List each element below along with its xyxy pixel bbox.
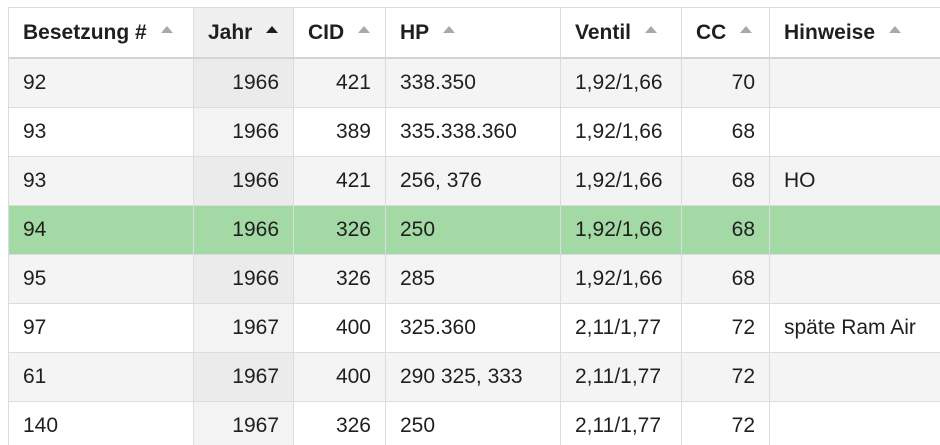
- column-header-hinweise[interactable]: Hinweise: [769, 7, 940, 59]
- table-row[interactable]: 92 1966 421 338.350 1,92/1,66 70: [8, 57, 940, 108]
- sort-arrow-icon[interactable]: [740, 26, 753, 34]
- table-cell[interactable]: 326: [293, 401, 386, 445]
- table-row[interactable]: 97 1967 400 325.360 2,11/1,77 72 späte Ram Air: [8, 303, 940, 353]
- column-header-cid[interactable]: CID: [293, 7, 386, 59]
- table-body: 92 1966 421 338.350 1,92/1,66 70 93 1966 389 335.…: [8, 57, 940, 445]
- column-header-jahr[interactable]: Jahr: [193, 7, 294, 59]
- table-cell[interactable]: 68: [681, 156, 770, 206]
- column-header-label: CID: [308, 20, 345, 44]
- sort-arrow-icon[interactable]: [645, 26, 658, 34]
- table-cell[interactable]: 93: [8, 156, 194, 206]
- table-cell[interactable]: 1966: [193, 205, 294, 255]
- table-cell[interactable]: 68: [681, 254, 770, 304]
- table-cell[interactable]: 2,11/1,77: [560, 352, 682, 402]
- table-cell[interactable]: 2,11/1,77: [560, 303, 682, 353]
- table-cell[interactable]: 400: [293, 352, 386, 402]
- data-grid: Besetzung # Jahr CID HP Ventil CC Hinwei…: [0, 0, 940, 445]
- table-cell[interactable]: 1966: [193, 156, 294, 206]
- table-cell[interactable]: 400: [293, 303, 386, 353]
- header-row: Besetzung # Jahr CID HP Ventil CC Hinwei…: [8, 7, 940, 59]
- table-cell[interactable]: 421: [293, 57, 386, 108]
- table-cell[interactable]: 1,92/1,66: [560, 205, 682, 255]
- table-cell[interactable]: 1966: [193, 254, 294, 304]
- column-header-label: Hinweise: [784, 20, 876, 44]
- table-cell[interactable]: 256, 376: [385, 156, 561, 206]
- sort-arrow-icon[interactable]: [889, 26, 902, 34]
- table-cell[interactable]: [769, 107, 940, 157]
- table-cell[interactable]: 140: [8, 401, 194, 445]
- table-cell[interactable]: 93: [8, 107, 194, 157]
- table-cell[interactable]: 1967: [193, 303, 294, 353]
- table-row[interactable]: 61 1967 400 290 325, 333 2,11/1,77 72: [8, 352, 940, 402]
- table-cell[interactable]: [769, 57, 940, 108]
- table-cell[interactable]: 338.350: [385, 57, 561, 108]
- table-cell[interactable]: 389: [293, 107, 386, 157]
- table-cell[interactable]: 1967: [193, 401, 294, 445]
- engine-table: Besetzung # Jahr CID HP Ventil CC Hinwei…: [8, 7, 940, 445]
- table-row[interactable]: 140 1967 326 250 2,11/1,77 72: [8, 401, 940, 445]
- table-cell[interactable]: 326: [293, 205, 386, 255]
- table-cell[interactable]: 97: [8, 303, 194, 353]
- table-cell[interactable]: späte Ram Air: [769, 303, 940, 353]
- table-cell[interactable]: 72: [681, 303, 770, 353]
- sort-arrow-icon[interactable]: [266, 26, 279, 34]
- column-header-label: HP: [400, 20, 430, 44]
- table-cell[interactable]: 1966: [193, 107, 294, 157]
- table-cell[interactable]: 72: [681, 352, 770, 402]
- column-header-label: CC: [696, 20, 727, 44]
- table-cell[interactable]: 68: [681, 205, 770, 255]
- sort-arrow-icon[interactable]: [358, 26, 371, 34]
- table-cell[interactable]: 1,92/1,66: [560, 107, 682, 157]
- table-cell[interactable]: 335.338.360: [385, 107, 561, 157]
- table-row[interactable]: 95 1966 326 285 1,92/1,66 68: [8, 254, 940, 304]
- table-cell[interactable]: 70: [681, 57, 770, 108]
- table-cell[interactable]: 1967: [193, 352, 294, 402]
- table-cell[interactable]: 61: [8, 352, 194, 402]
- column-header-hp[interactable]: HP: [385, 7, 561, 59]
- table-cell[interactable]: HO: [769, 156, 940, 206]
- table-cell[interactable]: 1,92/1,66: [560, 57, 682, 108]
- column-header-label: Besetzung #: [23, 20, 147, 44]
- table-cell[interactable]: 68: [681, 107, 770, 157]
- table-cell[interactable]: 1966: [193, 57, 294, 108]
- sort-arrow-icon[interactable]: [160, 26, 173, 34]
- column-header-besetzung[interactable]: Besetzung #: [8, 7, 194, 59]
- column-header-label: Jahr: [208, 20, 253, 44]
- table-cell[interactable]: [769, 205, 940, 255]
- table-cell[interactable]: 250: [385, 401, 561, 445]
- table-cell[interactable]: 72: [681, 401, 770, 445]
- table-cell[interactable]: 95: [8, 254, 194, 304]
- column-header-label: Ventil: [575, 20, 632, 44]
- table-cell[interactable]: 325.360: [385, 303, 561, 353]
- table-cell[interactable]: 326: [293, 254, 386, 304]
- sort-arrow-icon[interactable]: [443, 26, 456, 34]
- table-row[interactable]: 93 1966 389 335.338.360 1,92/1,66 68: [8, 107, 940, 157]
- column-header-ventil[interactable]: Ventil: [560, 7, 682, 59]
- table-cell[interactable]: [769, 352, 940, 402]
- table-cell[interactable]: [769, 401, 940, 445]
- table-cell[interactable]: [769, 254, 940, 304]
- table-cell[interactable]: 250: [385, 205, 561, 255]
- table-cell[interactable]: 1,92/1,66: [560, 254, 682, 304]
- column-header-cc[interactable]: CC: [681, 7, 770, 59]
- table-cell[interactable]: 421: [293, 156, 386, 206]
- table-cell[interactable]: 2,11/1,77: [560, 401, 682, 445]
- table-row[interactable]: 94 1966 326 250 1,92/1,66 68: [8, 205, 940, 255]
- table-cell[interactable]: 285: [385, 254, 561, 304]
- table-cell[interactable]: 92: [8, 57, 194, 108]
- table-cell[interactable]: 290 325, 333: [385, 352, 561, 402]
- table-cell[interactable]: 94: [8, 205, 194, 255]
- table-cell[interactable]: 1,92/1,66: [560, 156, 682, 206]
- table-row[interactable]: 93 1966 421 256, 376 1,92/1,66 68 HO: [8, 156, 940, 206]
